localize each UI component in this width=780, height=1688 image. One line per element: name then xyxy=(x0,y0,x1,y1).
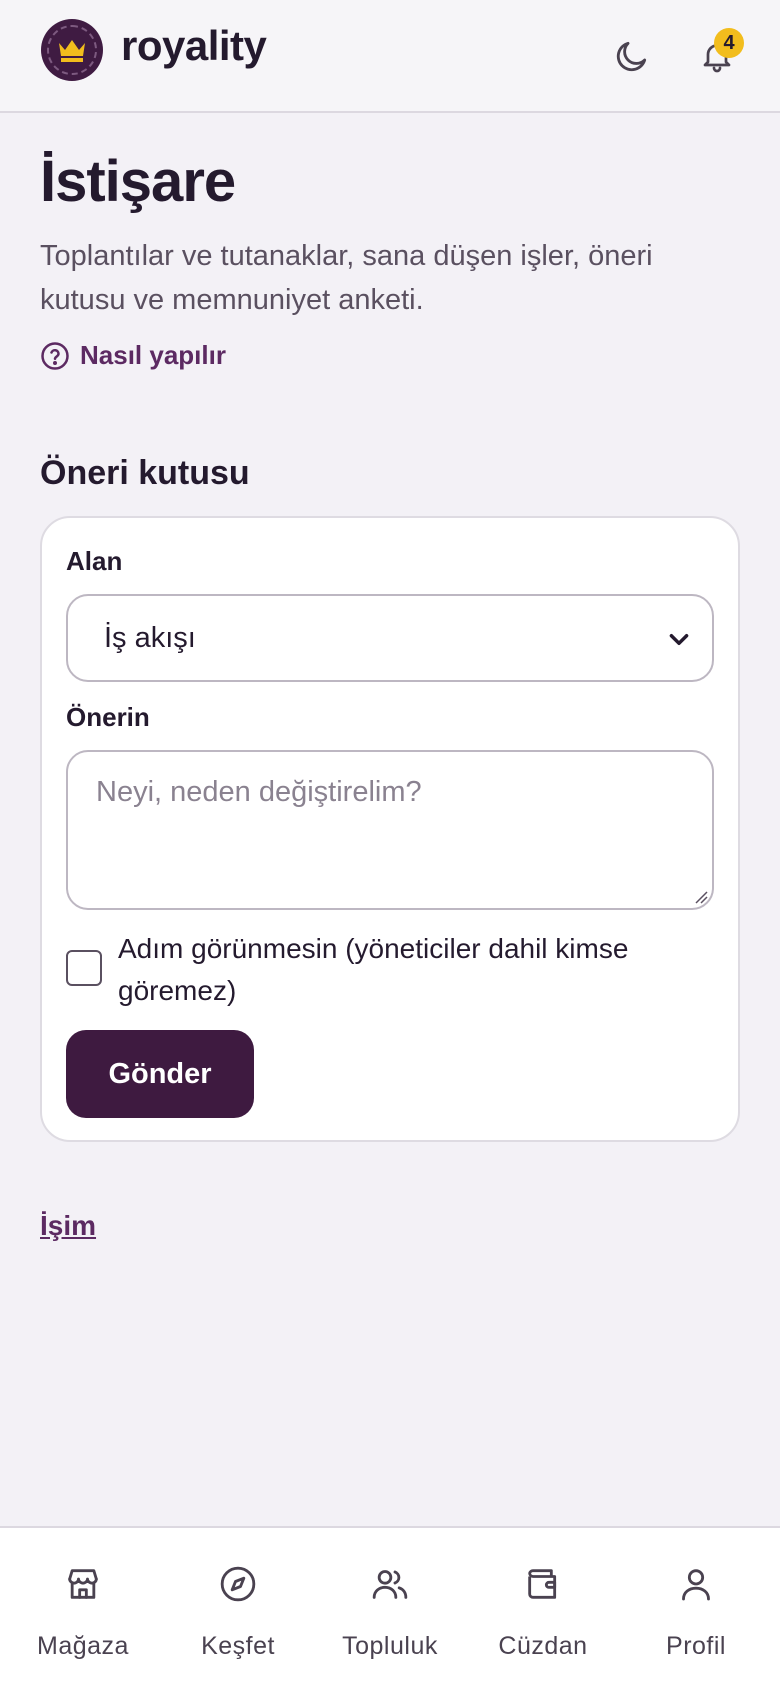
anonymous-label[interactable]: Adım görünmesin (yöneticiler dahil kimse… xyxy=(118,928,708,1012)
submit-button[interactable]: Gönder xyxy=(66,1030,254,1118)
suggestion-placeholder: Neyi, neden değiştirelim? xyxy=(96,776,422,808)
nav-label-wallet: Cüzdan xyxy=(498,1632,588,1660)
anonymous-checkbox[interactable] xyxy=(66,950,102,986)
users-icon xyxy=(369,1562,411,1606)
user-icon xyxy=(676,1562,716,1606)
suggestion-label: Önerin xyxy=(66,702,150,732)
nav-label-profile: Profil xyxy=(666,1632,726,1660)
resize-grip-icon[interactable] xyxy=(692,888,708,904)
my-job-link[interactable]: İşim xyxy=(40,1210,96,1242)
nav-item-explore[interactable]: Keşfet xyxy=(168,1562,308,1672)
area-select[interactable]: İş akışı xyxy=(66,594,714,682)
suggestion-textarea[interactable]: Neyi, neden değiştirelim? xyxy=(66,750,714,910)
howto-label: Nasıl yapılır xyxy=(80,340,226,370)
nav-item-store[interactable]: Mağaza xyxy=(13,1562,153,1672)
wallet-icon xyxy=(523,1562,563,1606)
top-header: royality 4 xyxy=(0,0,780,113)
page-description: Toplantılar ve tutanaklar, sana düşen iş… xyxy=(40,240,653,316)
nav-label-explore: Keşfet xyxy=(201,1632,275,1660)
nav-item-community[interactable]: Topluluk xyxy=(320,1562,460,1672)
area-label: Alan xyxy=(66,546,123,576)
howto-link[interactable]: Nasıl yapılır xyxy=(40,340,226,371)
chevron-down-icon xyxy=(669,634,689,646)
nav-item-profile[interactable]: Profil xyxy=(626,1562,766,1672)
help-circle-icon xyxy=(41,341,69,370)
bottom-nav: Mağaza Keşfet Topluluk Cüzdan Profil xyxy=(0,1526,780,1688)
area-selected-value: İş akışı xyxy=(104,621,196,654)
nav-label-community: Topluluk xyxy=(342,1632,438,1660)
nav-item-wallet[interactable]: Cüzdan xyxy=(473,1562,613,1672)
page-title: İstişare xyxy=(40,149,236,214)
store-icon xyxy=(63,1562,103,1606)
nav-label-store: Mağaza xyxy=(37,1632,129,1660)
moon-icon[interactable] xyxy=(610,34,654,78)
notification-badge: 4 xyxy=(714,28,744,58)
compass-icon xyxy=(218,1562,258,1606)
brand-name[interactable]: royality xyxy=(121,22,267,70)
section-title: Öneri kutusu xyxy=(40,454,250,492)
crown-logo-icon[interactable] xyxy=(41,19,103,81)
suggestion-form-card: Alan İş akışı Önerin Neyi, neden değişti… xyxy=(40,516,740,1142)
